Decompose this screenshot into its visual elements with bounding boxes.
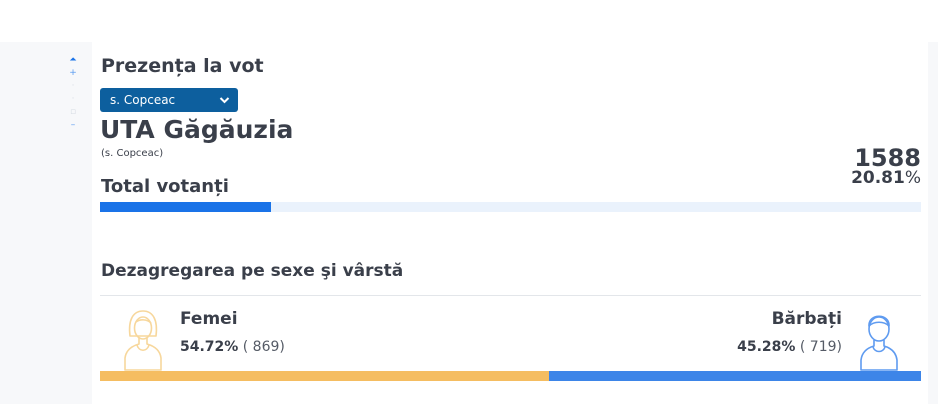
female-share-fill bbox=[100, 371, 550, 381]
top-band bbox=[0, 0, 938, 42]
total-percent-sign: % bbox=[904, 168, 921, 188]
locality-select[interactable]: s. Copceac bbox=[100, 88, 238, 112]
page-title: Prezența la vot bbox=[101, 55, 264, 77]
male-count: ( 719) bbox=[799, 339, 842, 355]
female-label: Femei bbox=[180, 309, 238, 329]
breakdown-title: Dezagregarea pe sexe şi vârstă bbox=[101, 261, 404, 281]
man-icon bbox=[856, 302, 902, 372]
square-icon: ▫ bbox=[69, 107, 77, 117]
total-percent-value: 20.81 bbox=[851, 168, 905, 188]
male-percent: 45.28% bbox=[737, 339, 796, 355]
locality-select-value: s. Copceac bbox=[110, 93, 176, 107]
female-percent: 54.72% bbox=[180, 339, 239, 355]
total-voters-percent: 20.81% bbox=[851, 168, 921, 188]
male-share-fill bbox=[549, 371, 921, 381]
turnout-progress-fill bbox=[100, 202, 271, 212]
plus-icon[interactable]: + bbox=[66, 67, 80, 80]
dot-icon: · bbox=[71, 81, 75, 91]
region-subtitle: (s. Copceac) bbox=[101, 148, 164, 159]
male-stats: 45.28% ( 719) bbox=[737, 339, 842, 355]
dot-icon: · bbox=[71, 94, 75, 104]
turnout-progress-bar bbox=[100, 202, 921, 212]
region-title: UTA Găgăuzia bbox=[100, 115, 294, 144]
right-rail bbox=[928, 42, 938, 404]
male-label: Bărbați bbox=[771, 309, 842, 329]
woman-icon bbox=[120, 302, 166, 372]
minus-icon[interactable]: – bbox=[66, 119, 80, 132]
female-stats: 54.72% ( 869) bbox=[180, 339, 285, 355]
gender-split-bar bbox=[100, 371, 921, 381]
total-voters-label: Total votanți bbox=[101, 176, 229, 197]
zoom-controls: ⏶ + · · ▫ – bbox=[66, 54, 80, 132]
turnout-panel: Prezența la vot s. Copceac UTA Găgăuzia … bbox=[92, 42, 928, 404]
arrow-up-icon[interactable]: ⏶ bbox=[66, 54, 80, 67]
female-count: ( 869) bbox=[242, 339, 285, 355]
divider bbox=[100, 295, 921, 296]
